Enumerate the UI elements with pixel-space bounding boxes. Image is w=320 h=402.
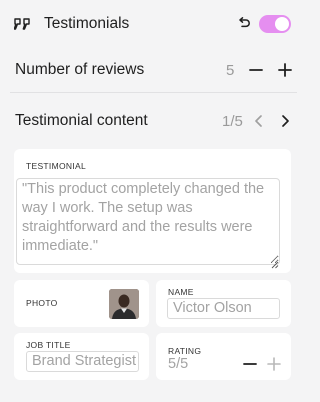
job-title-input[interactable]: Brand Strategist [26,351,139,372]
panel-title: Testimonials [44,15,130,32]
name-label: NAME [168,287,194,297]
testimonial-label: TESTIMONIAL [26,161,86,171]
job-title-label: JOB TITLE [26,340,71,350]
divider [10,92,297,93]
content-row: Testimonial content 1/5 [0,101,307,141]
resize-handle[interactable] [271,256,279,269]
decrease-rating-button[interactable] [241,355,259,373]
photo-label: PHOTO [26,298,58,308]
toggle-knob [275,17,289,31]
quote-icon [14,16,32,32]
minus-icon [243,363,257,365]
increase-reviews-button[interactable] [276,61,294,79]
chevron-left-icon [255,115,262,127]
decrease-reviews-button[interactable] [247,61,265,79]
previous-button[interactable] [250,112,268,130]
testimonial-textarea[interactable]: "This product completely changed the way… [16,178,280,265]
reviews-count: 5 [226,61,235,79]
enable-toggle[interactable] [259,15,291,33]
reviews-label: Number of reviews [15,61,145,78]
rating-value: 5/5 [168,356,189,372]
rating-label: RATING [168,346,202,356]
plus-icon [267,357,281,371]
page-indicator: 1/5 [222,112,243,130]
undo-icon[interactable] [237,16,251,30]
plus-icon [278,63,292,77]
minus-icon [249,69,263,71]
reviews-row: Number of reviews 5 [0,50,307,90]
name-input[interactable]: Victor Olson [167,298,280,319]
avatar[interactable] [109,289,139,319]
content-label: Testimonial content [15,112,148,129]
chevron-right-icon [282,115,289,127]
next-button[interactable] [276,112,294,130]
increase-rating-button[interactable] [265,355,283,373]
